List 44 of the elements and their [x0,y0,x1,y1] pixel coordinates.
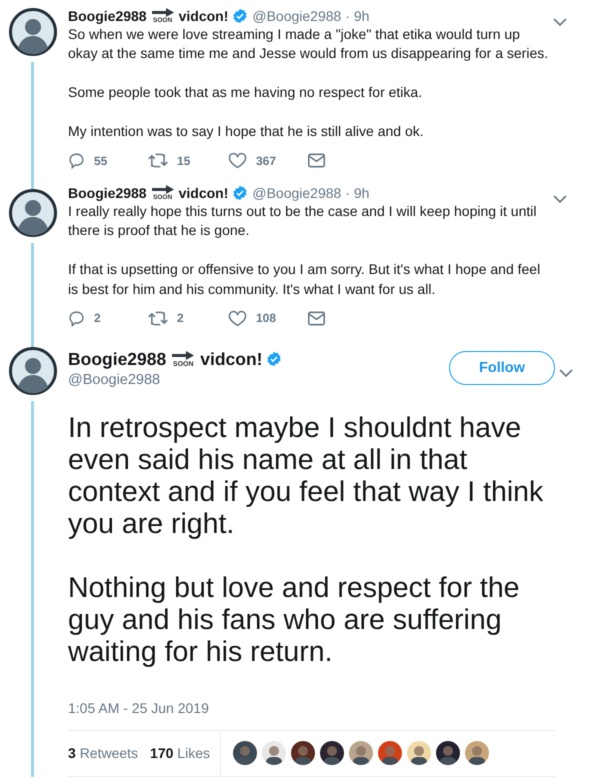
retweet-stat[interactable]: 3 Retweets [68,745,138,762]
like-count: 108 [256,311,276,326]
arrow-icon [152,185,174,194]
heart-icon[interactable] [228,152,247,170]
display-name[interactable]: vidcon! [178,8,228,24]
display-name[interactable]: Boogie2988 [68,185,147,202]
display-name[interactable]: vidcon! [200,348,262,370]
tweet-time[interactable]: · 9h [345,185,370,202]
tweet-text: In retrospect maybe I shouldnt have even said his name at all in that context and if you feel that way I think you are right. [68,412,544,540]
retweet-icon[interactable] [148,152,168,170]
retweet-count: 2 [177,311,184,326]
arrow-icon [172,350,194,360]
message-icon[interactable] [308,153,325,168]
display-name[interactable]: Boogie2988 [68,8,147,24]
reply-icon[interactable] [68,310,85,327]
avatar[interactable] [9,189,57,238]
reply-icon[interactable] [68,152,85,170]
user-handle[interactable]: @Boogie2988 [68,372,282,388]
chevron-icon[interactable] [553,195,567,204]
heart-icon[interactable] [228,310,247,327]
tweet-text: Some people took that as me having no respect for etika. [68,83,424,102]
chevron-icon[interactable] [559,368,573,378]
chevron-icon[interactable] [553,18,567,27]
avatar[interactable] [9,346,57,395]
like-count: 367 [256,154,276,168]
reply-count: 55 [94,154,108,168]
tweet-text: If that is upsetting or offensive to you I am sorry. But it's what I hope and feel is best for him and his community. It's what I want for us all. [68,260,542,299]
tweet-text: I really really hope this turns out to be the case and I will keep hoping it until there is proof that he is gone. [68,202,538,240]
tweet-text: My intention was to say I hope that he is still alive and ok. [68,122,425,142]
user-handle[interactable]: @Boogie2988 [252,185,342,202]
reply-count: 2 [94,311,101,326]
message-icon[interactable] [308,310,325,326]
tweet-text: Nothing but love and respect for the guy and his fans who are suffering waiting for his return. [68,572,521,668]
tweet-time[interactable]: · 9h [345,8,370,24]
display-name[interactable]: Boogie2988 [68,348,166,370]
arrow-icon [152,8,174,17]
tweet-timestamp: 1:05 AM - 25 Jun 2019 [68,700,210,716]
avatar[interactable] [9,8,57,56]
like-stat[interactable]: 170 Likes [150,745,210,762]
retweet-icon[interactable] [148,310,168,327]
tweet-text: So when we were love streaming I made a "joke" that etika would turn up okay at the same time me and Jesse would from us disappearing for a series. [68,24,550,64]
retweet-count: 15 [177,154,190,168]
user-handle[interactable]: @Boogie2988 [252,8,342,24]
display-name[interactable]: vidcon! [178,185,228,202]
